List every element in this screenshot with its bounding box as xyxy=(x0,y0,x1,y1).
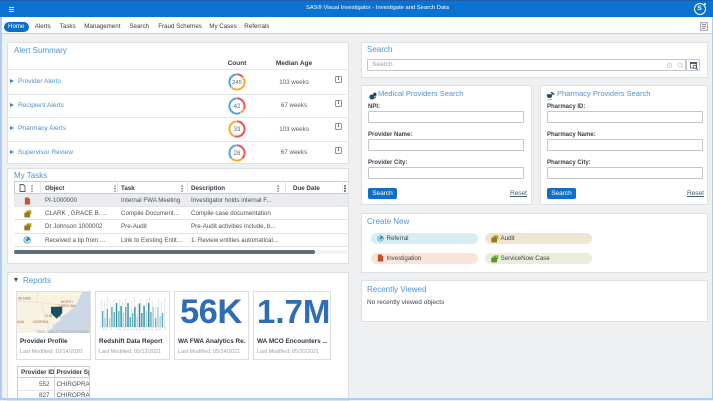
svg-text:NESSEE: NESSEE xyxy=(18,297,32,301)
svg-text:CHA: CHA xyxy=(45,314,53,318)
svg-text:28: 28 xyxy=(233,151,240,157)
svg-text:Map data © OpenStreetMap: Map data © OpenStreetMap xyxy=(37,329,90,333)
svg-text:AMA: AMA xyxy=(17,320,25,324)
svg-text:245: 245 xyxy=(232,80,242,86)
svg-text:33: 33 xyxy=(233,127,240,133)
svg-text:GEORGIA: GEORGIA xyxy=(33,320,49,324)
svg-text:42: 42 xyxy=(233,104,240,110)
